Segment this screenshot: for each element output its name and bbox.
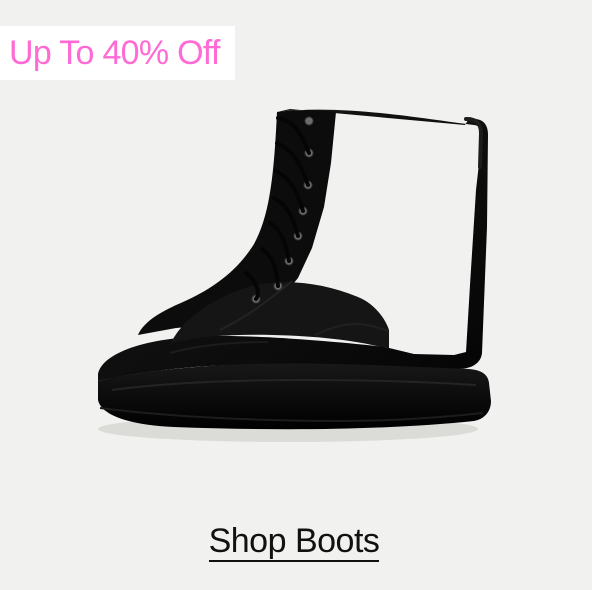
discount-badge: Up To 40% Off — [0, 26, 235, 80]
shop-boots-link[interactable]: Shop Boots — [196, 520, 392, 566]
boot-product-image[interactable] — [80, 95, 510, 455]
boots-promo-card[interactable]: Up To 40% Off Shop Boots — [0, 0, 592, 590]
discount-badge-text: Up To 40% Off — [9, 34, 220, 72]
shop-boots-link-text: Shop Boots — [208, 523, 380, 563]
